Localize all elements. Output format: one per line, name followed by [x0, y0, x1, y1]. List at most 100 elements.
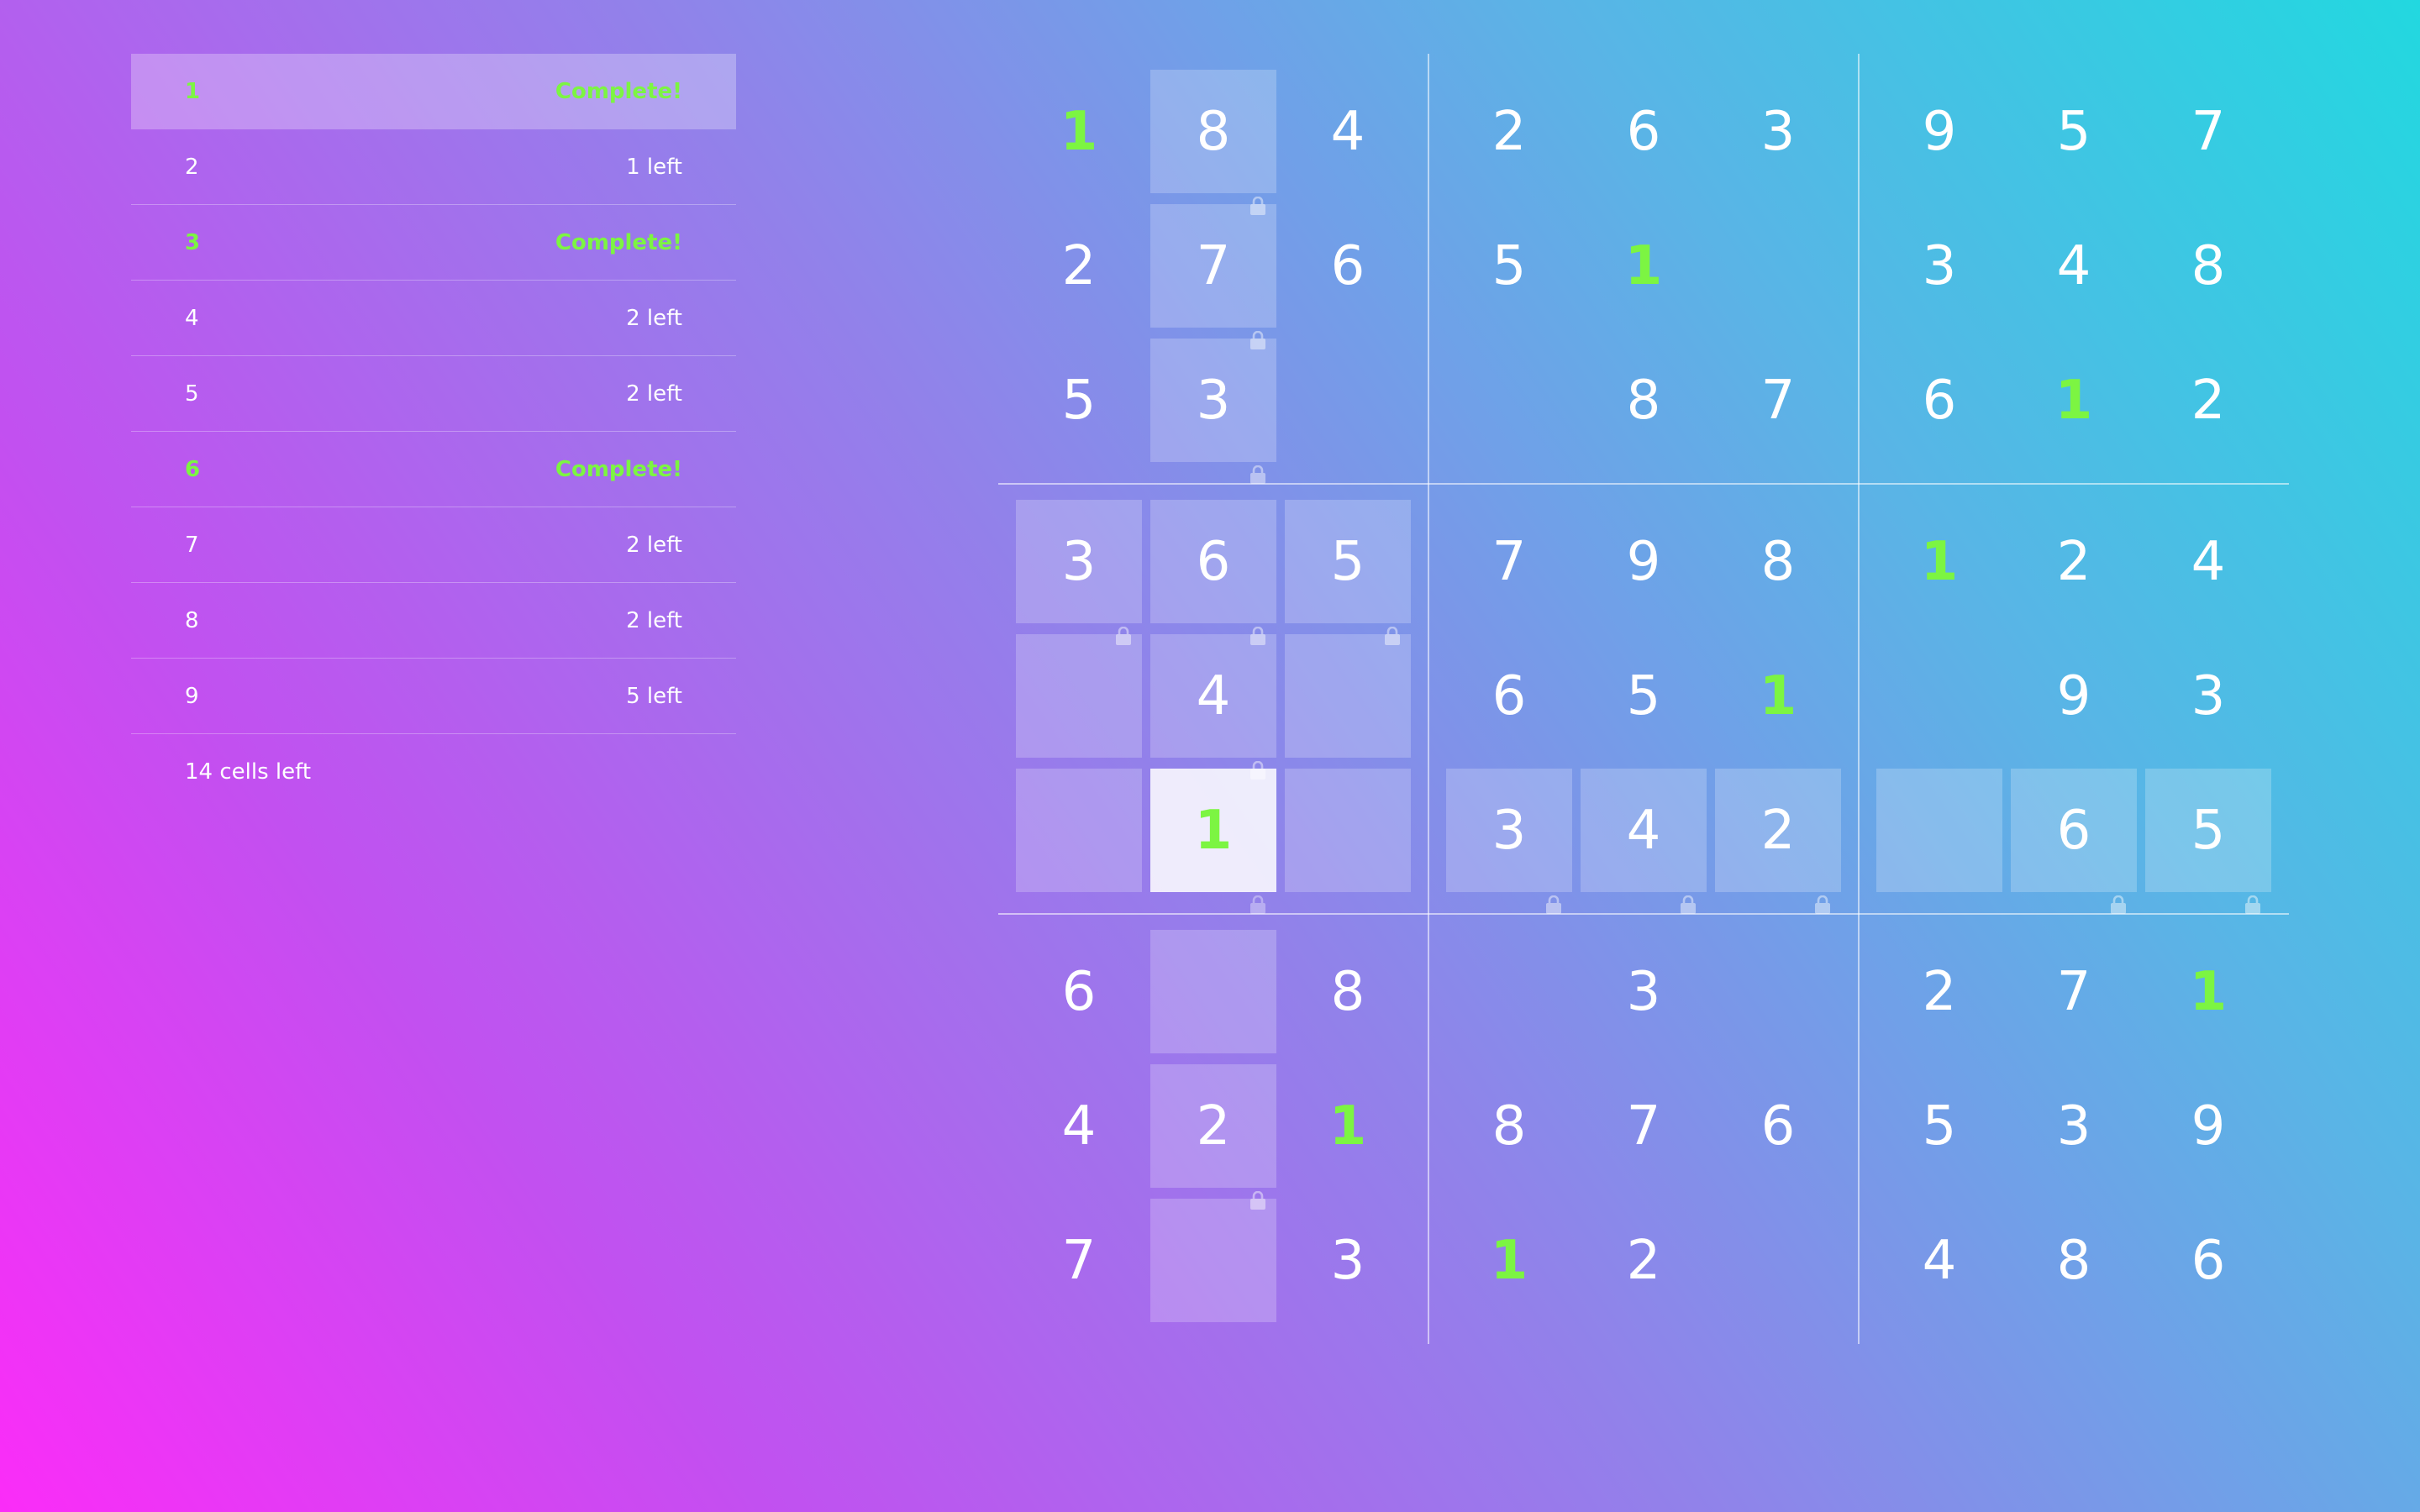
board-cell-r9-c2[interactable]	[1150, 1199, 1276, 1322]
board-cell-r1-c1[interactable]: 1	[1016, 70, 1142, 193]
board-cell-r3-c1[interactable]: 5	[1016, 339, 1142, 462]
board-cell-r4-c6[interactable]: 8	[1715, 500, 1841, 623]
board-cell-r8-c6[interactable]: 6	[1715, 1064, 1841, 1188]
board-cell-r8-c7[interactable]: 5	[1876, 1064, 2002, 1188]
lock-icon	[1249, 1161, 1266, 1210]
board-cell-r6-c4[interactable]: 3	[1446, 769, 1572, 914]
board-cell-r6-c9[interactable]: 5	[2145, 769, 2271, 914]
board-cell-r6-c8[interactable]: 6	[2011, 769, 2137, 914]
board-cell-r5-c6[interactable]: 1	[1715, 634, 1841, 758]
board-cell-r2-c1[interactable]: 2	[1016, 204, 1142, 328]
board-cell-r9-c3[interactable]: 3	[1285, 1199, 1411, 1322]
board-cell-r6-c6[interactable]: 2	[1715, 769, 1841, 914]
board-cell-r8-c4[interactable]: 8	[1446, 1064, 1572, 1188]
digit-label: 2	[185, 154, 199, 180]
board-cell-r1-c3[interactable]: 4	[1285, 70, 1411, 193]
cell-value: 6	[1626, 100, 1661, 163]
board-cell-r3-c5[interactable]: 8	[1581, 339, 1707, 462]
board-cell-r2-c5[interactable]: 1	[1581, 204, 1707, 328]
board-cell-r7-c3[interactable]: 8	[1285, 930, 1411, 1053]
board-cell-r7-c4[interactable]	[1446, 930, 1572, 1053]
board-cell-r8-c2[interactable]: 2	[1150, 1064, 1276, 1210]
board-cell-r5-c3[interactable]	[1285, 634, 1411, 758]
cell-value: 1	[1490, 1229, 1528, 1292]
digit-row-1[interactable]: 1 Complete!	[131, 54, 736, 129]
digit-row-6[interactable]: 6 Complete!	[131, 432, 736, 507]
board-cell-r3-c4[interactable]	[1446, 339, 1572, 462]
board-cell-r7-c2[interactable]	[1150, 930, 1276, 1053]
board-cell-r6-c5[interactable]: 4	[1581, 769, 1707, 914]
board-cell-r1-c6[interactable]: 3	[1715, 70, 1841, 193]
board-cell-r4-c2[interactable]: 6	[1150, 500, 1276, 645]
board-cell-r7-c5[interactable]: 3	[1581, 930, 1707, 1053]
cell-value: 5	[1330, 530, 1365, 593]
board-cell-r2-c3[interactable]: 6	[1285, 204, 1411, 328]
board-cell-r7-c6[interactable]	[1715, 930, 1841, 1053]
board-cell-r1-c7[interactable]: 9	[1876, 70, 2002, 193]
digit-row-5[interactable]: 5 2 left	[131, 356, 736, 432]
board-cell-r7-c1[interactable]: 6	[1016, 930, 1142, 1053]
board-cell-r9-c4[interactable]: 1	[1446, 1199, 1572, 1322]
board-cell-r3-c9[interactable]: 2	[2145, 339, 2271, 462]
digit-row-8[interactable]: 8 2 left	[131, 583, 736, 659]
board-cell-r6-c2[interactable]: 1	[1150, 769, 1276, 914]
digit-row-3[interactable]: 3 Complete!	[131, 205, 736, 281]
board-cell-r5-c5[interactable]: 5	[1581, 634, 1707, 758]
cell-value: 8	[1491, 1095, 1527, 1158]
digit-row-4[interactable]: 4 2 left	[131, 281, 736, 356]
board-cell-r8-c5[interactable]: 7	[1581, 1064, 1707, 1188]
board-cell-r2-c2[interactable]: 7	[1150, 204, 1276, 349]
board-cell-r4-c3[interactable]: 5	[1285, 500, 1411, 645]
board-cell-r4-c7[interactable]: 1	[1876, 500, 2002, 623]
board-cell-r9-c9[interactable]: 6	[2145, 1199, 2271, 1322]
digit-row-7[interactable]: 7 2 left	[131, 507, 736, 583]
board-cell-r3-c2[interactable]: 3	[1150, 339, 1276, 484]
board-cell-r7-c9[interactable]: 1	[2145, 930, 2271, 1053]
board-cell-r5-c8[interactable]: 9	[2011, 634, 2137, 758]
board-cell-r8-c8[interactable]: 3	[2011, 1064, 2137, 1188]
board-cell-r2-c9[interactable]: 8	[2145, 204, 2271, 328]
board-cell-r1-c8[interactable]: 5	[2011, 70, 2137, 193]
digit-row-9[interactable]: 9 5 left	[131, 659, 736, 734]
board-cell-r1-c2[interactable]: 8	[1150, 70, 1276, 215]
board-cell-r4-c4[interactable]: 7	[1446, 500, 1572, 623]
board-cell-r3-c8[interactable]: 1	[2011, 339, 2137, 462]
board-cell-r9-c1[interactable]: 7	[1016, 1199, 1142, 1322]
board-cell-r7-c7[interactable]: 2	[1876, 930, 2002, 1053]
board-cell-r3-c7[interactable]: 6	[1876, 339, 2002, 462]
board-cell-r4-c1[interactable]: 3	[1016, 500, 1142, 645]
board-cell-r6-c3[interactable]	[1285, 769, 1411, 892]
board-cell-r2-c8[interactable]: 4	[2011, 204, 2137, 328]
lock-icon	[1249, 865, 1266, 914]
digit-row-2[interactable]: 2 1 left	[131, 129, 736, 205]
board-cell-r9-c6[interactable]	[1715, 1199, 1841, 1322]
cell-value: 5	[2191, 799, 2226, 862]
board-cell-r8-c1[interactable]: 4	[1016, 1064, 1142, 1188]
board-cell-r1-c4[interactable]: 2	[1446, 70, 1572, 193]
board-cell-r2-c6[interactable]	[1715, 204, 1841, 328]
board-cell-r4-c5[interactable]: 9	[1581, 500, 1707, 623]
board-cell-r2-c4[interactable]: 5	[1446, 204, 1572, 328]
board-cell-r7-c8[interactable]: 7	[2011, 930, 2137, 1053]
board-cell-r9-c5[interactable]: 2	[1581, 1199, 1707, 1322]
board-cell-r4-c8[interactable]: 2	[2011, 500, 2137, 623]
board-cell-r5-c7[interactable]	[1876, 634, 2002, 758]
board-cell-r5-c2[interactable]: 4	[1150, 634, 1276, 780]
board-cell-r4-c9[interactable]: 4	[2145, 500, 2271, 623]
board-cell-r9-c8[interactable]: 8	[2011, 1199, 2137, 1322]
board-cell-r5-c9[interactable]: 3	[2145, 634, 2271, 758]
board-cell-r8-c3[interactable]: 1	[1285, 1064, 1411, 1188]
lock-icon	[1814, 865, 1831, 914]
board-cell-r5-c1[interactable]	[1016, 634, 1142, 758]
board-cell-r1-c9[interactable]: 7	[2145, 70, 2271, 193]
board-cell-r5-c4[interactable]: 6	[1446, 634, 1572, 758]
board-cell-r2-c7[interactable]: 3	[1876, 204, 2002, 328]
board-cell-r1-c5[interactable]: 6	[1581, 70, 1707, 193]
board-cell-r8-c9[interactable]: 9	[2145, 1064, 2271, 1188]
board-cell-r6-c1[interactable]	[1016, 769, 1142, 892]
board-cell-r3-c6[interactable]: 7	[1715, 339, 1841, 462]
board-cell-r9-c7[interactable]: 4	[1876, 1199, 2002, 1322]
board-cell-r6-c7[interactable]	[1876, 769, 2002, 892]
board-cell-r3-c3[interactable]	[1285, 339, 1411, 462]
cell-value: 8	[1196, 100, 1231, 163]
